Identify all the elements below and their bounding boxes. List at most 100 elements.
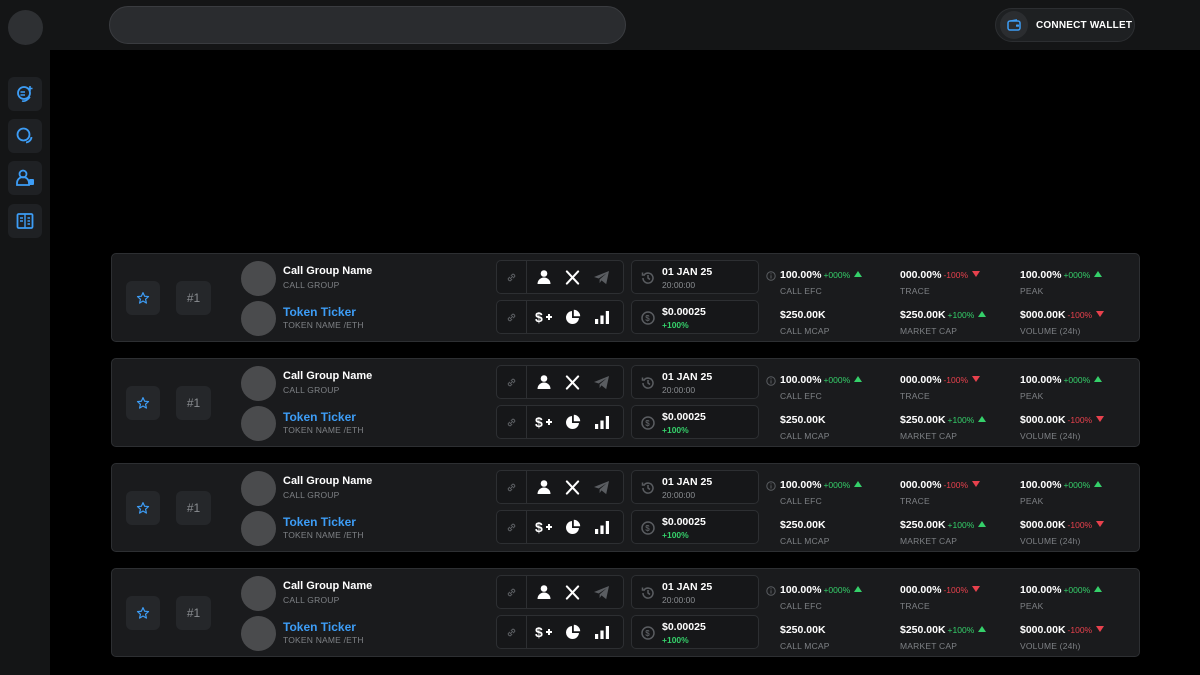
info-icon[interactable] bbox=[766, 586, 776, 596]
link-icon bbox=[507, 523, 516, 531]
call-mcap-value: $250.00K bbox=[780, 624, 826, 636]
x-link-button[interactable] bbox=[558, 471, 587, 503]
info-icon[interactable] bbox=[766, 481, 776, 491]
volume-stat: $000.00K -100% VOLUME (24h) bbox=[1020, 305, 1105, 336]
peak-stat: 100.00% +000% PEAK bbox=[1020, 265, 1103, 296]
profile-button[interactable] bbox=[529, 261, 558, 293]
call-group-avatar bbox=[241, 576, 276, 611]
down-arrow-icon bbox=[1096, 311, 1105, 317]
token-ticker[interactable]: Token Ticker bbox=[283, 410, 356, 424]
call-group-link-button[interactable] bbox=[497, 366, 527, 398]
trace-value: 000.00% bbox=[900, 269, 942, 281]
call-group-name[interactable]: Call Group Name bbox=[283, 580, 372, 592]
search-input[interactable] bbox=[109, 6, 626, 44]
stats-chart-button[interactable] bbox=[587, 301, 616, 333]
x-link-button[interactable] bbox=[558, 261, 587, 293]
call-mcap-value: $250.00K bbox=[780, 414, 826, 426]
profile-button[interactable] bbox=[529, 471, 558, 503]
favorite-button[interactable] bbox=[126, 596, 160, 630]
telegram-link-button[interactable] bbox=[587, 471, 616, 503]
call-group-avatar bbox=[241, 261, 276, 296]
call-efc-value: 100.00% bbox=[780, 584, 822, 596]
sidebar-item-coins[interactable] bbox=[8, 119, 42, 153]
dollar-circle-icon: $ bbox=[641, 311, 655, 325]
dollar-plus-icon: $ bbox=[535, 624, 552, 640]
call-group-link-button[interactable] bbox=[497, 471, 527, 503]
call-group-name[interactable]: Call Group Name bbox=[283, 370, 372, 382]
rank-badge: #1 bbox=[176, 386, 211, 420]
sidebar-item-documents[interactable] bbox=[8, 204, 42, 238]
volume-value: $000.00K bbox=[1020, 519, 1066, 531]
pie-chart-icon bbox=[565, 519, 580, 534]
buy-button[interactable]: $ bbox=[529, 406, 558, 438]
connect-wallet-button[interactable]: CONNECT WALLET bbox=[995, 8, 1135, 42]
call-card: #1 Call Group Name CALL GROUP Token Tick… bbox=[111, 358, 1140, 447]
favorite-button[interactable] bbox=[126, 281, 160, 315]
telegram-link-button[interactable] bbox=[587, 576, 616, 608]
market-cap-label: MARKET CAP bbox=[900, 431, 958, 441]
trace-label: TRACE bbox=[900, 601, 930, 611]
peak-change: +000% bbox=[1063, 270, 1091, 280]
token-links: $ bbox=[496, 300, 624, 334]
connect-wallet-label: CONNECT WALLET bbox=[1036, 19, 1133, 31]
token-ticker[interactable]: Token Ticker bbox=[283, 620, 356, 634]
holders-chart-button[interactable] bbox=[558, 301, 587, 333]
down-arrow-icon bbox=[1096, 416, 1105, 422]
trace-stat: 000.00% -100% TRACE bbox=[900, 370, 981, 401]
trace-stat: 000.00% -100% TRACE bbox=[900, 265, 981, 296]
info-icon[interactable] bbox=[766, 376, 776, 386]
x-logo-icon bbox=[565, 269, 580, 285]
price-value: $0.00025 bbox=[662, 411, 706, 423]
token-avatar bbox=[241, 616, 276, 651]
svg-text:$: $ bbox=[535, 414, 543, 430]
trace-label: TRACE bbox=[900, 391, 930, 401]
token-link-button[interactable] bbox=[497, 511, 527, 543]
sidebar-item-add-coins[interactable] bbox=[8, 77, 42, 111]
profile-button[interactable] bbox=[529, 366, 558, 398]
call-efc-change: +000% bbox=[823, 375, 851, 385]
favorite-button[interactable] bbox=[126, 386, 160, 420]
holders-chart-button[interactable] bbox=[558, 406, 587, 438]
clock-history-icon bbox=[641, 377, 654, 389]
sidebar bbox=[0, 50, 50, 675]
token-ticker[interactable]: Token Ticker bbox=[283, 515, 356, 529]
call-group-link-button[interactable] bbox=[497, 576, 527, 608]
call-group-avatar bbox=[241, 471, 276, 506]
buy-button[interactable]: $ bbox=[529, 616, 558, 648]
call-group-avatar bbox=[241, 366, 276, 401]
token-link-button[interactable] bbox=[497, 301, 527, 333]
buy-button[interactable]: $ bbox=[529, 301, 558, 333]
token-avatar bbox=[241, 301, 276, 336]
token-ticker[interactable]: Token Ticker bbox=[283, 305, 356, 319]
holders-chart-button[interactable] bbox=[558, 616, 587, 648]
down-arrow-icon bbox=[972, 271, 981, 277]
call-group-name[interactable]: Call Group Name bbox=[283, 475, 372, 487]
stats-chart-button[interactable] bbox=[587, 406, 616, 438]
holders-chart-button[interactable] bbox=[558, 511, 587, 543]
favorite-button[interactable] bbox=[126, 491, 160, 525]
token-link-button[interactable] bbox=[497, 406, 527, 438]
telegram-link-button[interactable] bbox=[587, 366, 616, 398]
link-icon bbox=[507, 313, 516, 321]
telegram-link-button[interactable] bbox=[587, 261, 616, 293]
call-mcap-stat: $250.00K CALL MCAP bbox=[780, 515, 830, 546]
peak-change: +000% bbox=[1063, 375, 1091, 385]
bar-chart-icon bbox=[594, 311, 609, 324]
x-link-button[interactable] bbox=[558, 576, 587, 608]
stats-chart-button[interactable] bbox=[587, 511, 616, 543]
call-group-links bbox=[496, 365, 624, 399]
call-group-name[interactable]: Call Group Name bbox=[283, 265, 372, 277]
peak-stat: 100.00% +000% PEAK bbox=[1020, 580, 1103, 611]
call-time: 01 JAN 25 20:00:00 bbox=[631, 575, 759, 609]
sidebar-item-users[interactable] bbox=[8, 161, 42, 195]
call-group-link-button[interactable] bbox=[497, 261, 527, 293]
buy-button[interactable]: $ bbox=[529, 511, 558, 543]
profile-button[interactable] bbox=[529, 576, 558, 608]
stats-chart-button[interactable] bbox=[587, 616, 616, 648]
info-icon[interactable] bbox=[766, 271, 776, 281]
up-arrow-icon bbox=[854, 376, 863, 382]
x-link-button[interactable] bbox=[558, 366, 587, 398]
token-link-button[interactable] bbox=[497, 616, 527, 648]
peak-label: PEAK bbox=[1020, 601, 1044, 611]
profile-avatar[interactable] bbox=[8, 10, 43, 45]
